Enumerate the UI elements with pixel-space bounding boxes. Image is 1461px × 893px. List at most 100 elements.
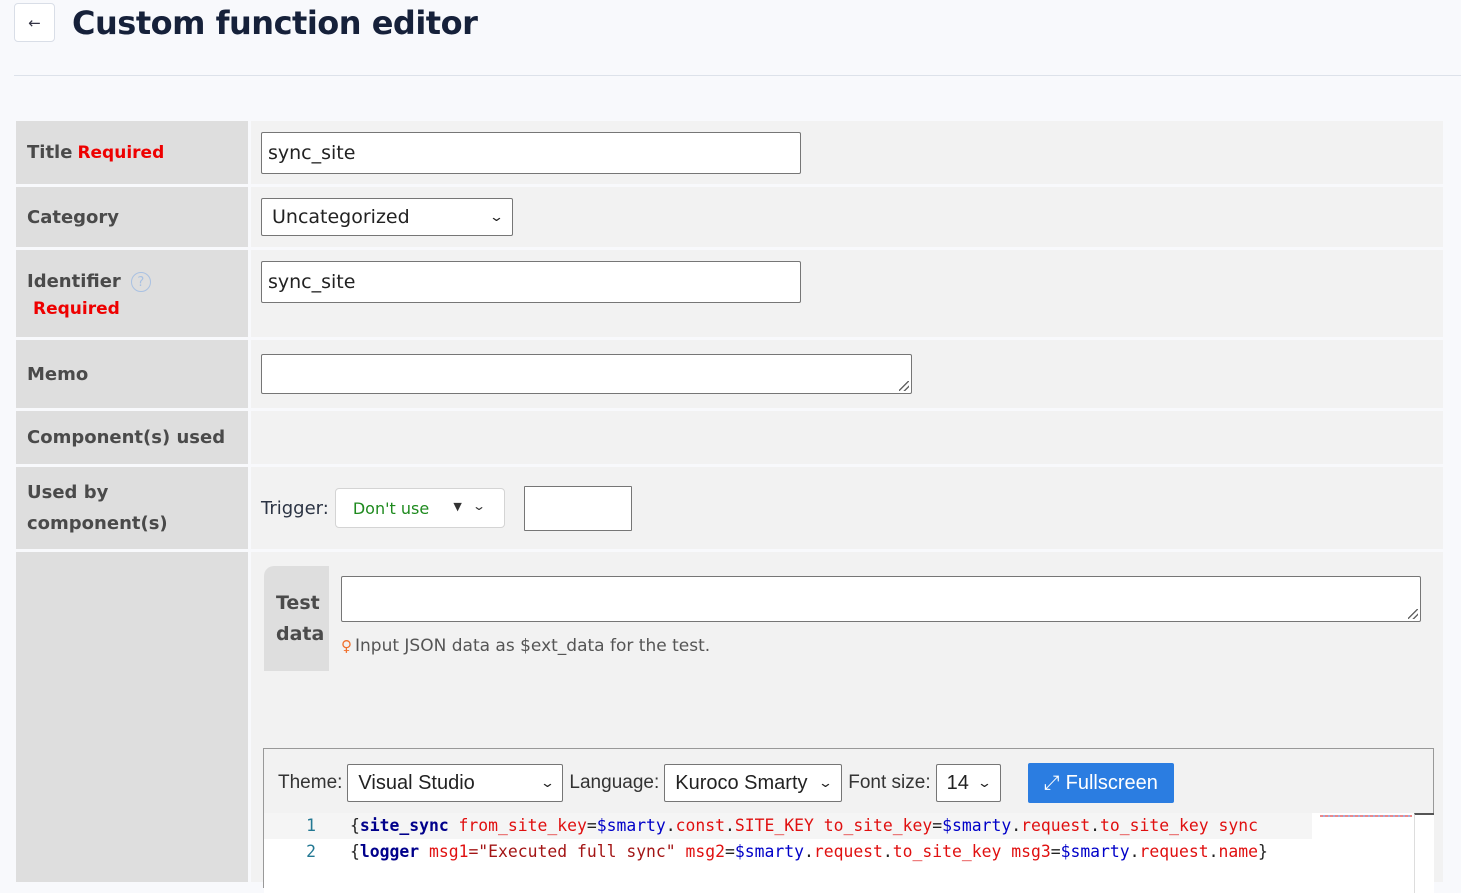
function-form: Title Required sync_site Category Uncateg…	[16, 121, 1443, 893]
code-token: $smarty	[734, 842, 804, 861]
category-select[interactable]: Uncategorized ⌄	[261, 198, 513, 236]
test-data-textarea[interactable]	[341, 576, 1421, 622]
identifier-input[interactable]: sync_site	[261, 261, 801, 303]
code-token: .	[1208, 842, 1219, 861]
trigger-select[interactable]: Don't use ▼ ⌄	[334, 488, 505, 528]
label-identifier: Identifier? Required	[16, 250, 248, 337]
title-input[interactable]: sync_site	[261, 131, 801, 174]
used-by-label-line2: component(s)	[27, 513, 168, 534]
fullscreen-label: Fullscreen	[1065, 771, 1158, 794]
row-used-by: Used by component(s) Trigger: Don't use …	[16, 467, 1443, 549]
code-token: }	[1257, 842, 1268, 861]
code-token: =	[932, 816, 943, 835]
code-token: .	[665, 816, 676, 835]
category-cell: Uncategorized ⌄	[251, 187, 1443, 247]
trigger-label: Trigger:	[261, 497, 329, 519]
code-token: =	[586, 816, 597, 835]
code-token: {	[350, 816, 360, 835]
code-token: .	[1011, 816, 1022, 835]
code-token: request	[1139, 842, 1209, 861]
fullscreen-button[interactable]: ⤢ Fullscreen	[1027, 763, 1174, 803]
language-select[interactable]: Kuroco Smarty ⌄	[664, 764, 843, 802]
code-line: 2 {logger msg1="Executed full sync" msg2…	[264, 839, 1312, 865]
code-token: from_site_key	[448, 816, 587, 835]
code-token: sync	[1208, 816, 1258, 835]
code-token: msg1	[419, 842, 469, 861]
minimap-line	[1320, 815, 1412, 817]
code-editor: Theme: Visual Studio ⌄ Language: Kuroco …	[263, 748, 1434, 893]
code-token: to_site_key	[892, 842, 1002, 861]
font-size-label: Font size:	[848, 772, 931, 793]
test-data-hint: ♀ Input JSON data as $ext_data for the te…	[341, 636, 710, 656]
code-token: request	[813, 842, 883, 861]
resize-handle-icon[interactable]	[1408, 609, 1418, 619]
identifier-cell: sync_site	[251, 250, 1443, 337]
code-token: to_site_key	[1100, 816, 1209, 835]
code-token: SITE_KEY	[734, 816, 814, 835]
code-token: =	[725, 842, 735, 861]
page-header: ← Custom function editor	[14, 0, 1461, 76]
code-text: {logger msg1="Executed full sync" msg2=$…	[350, 839, 1268, 865]
title-cell: sync_site	[251, 121, 1443, 184]
used-by-label-line1: Used by	[27, 482, 109, 503]
test-data-label-line1: Test	[276, 592, 320, 614]
font-size-select[interactable]: 14 ⌄	[935, 764, 1001, 802]
trigger-value: Don't use	[352, 498, 430, 518]
code-token: const	[675, 816, 726, 835]
code-token: .	[803, 842, 814, 861]
theme-select[interactable]: Visual Studio ⌄	[347, 764, 564, 802]
code-token: .	[1129, 842, 1140, 861]
code-token: $smarty	[596, 816, 666, 835]
code-token: site_sync	[359, 816, 449, 835]
required-badge: Required	[33, 299, 120, 319]
code-token: msg3	[1001, 842, 1051, 861]
row-components-used: Component(s) used	[16, 411, 1443, 464]
code-token: .	[725, 816, 735, 835]
code-token: $smarty	[1060, 842, 1130, 861]
code-area[interactable]: 1 {site_sync from_site_key=$smarty.const…	[264, 813, 1414, 893]
title-label: Title	[27, 141, 73, 163]
page-title: Custom function editor	[72, 4, 478, 42]
required-badge: Required	[77, 142, 165, 163]
components-used-cell	[251, 411, 1443, 464]
trigger-extra-input[interactable]	[523, 485, 632, 531]
row-memo: Memo	[16, 340, 1443, 408]
row-title: Title Required sync_site	[16, 121, 1443, 184]
label-title: Title Required	[16, 121, 248, 184]
row-test-data: Test data ♀ Input JSON data as $ext_data …	[16, 552, 1443, 893]
theme-value: Visual Studio	[358, 771, 475, 794]
chevron-down-icon: ⌄	[539, 775, 555, 790]
minimap[interactable]	[1312, 813, 1414, 893]
lightbulb-icon: ♀	[341, 637, 352, 655]
code-token: .	[1090, 816, 1101, 835]
back-button[interactable]: ←	[14, 3, 55, 42]
code-line: 1 {site_sync from_site_key=$smarty.const…	[264, 813, 1312, 839]
test-data-label: Test data	[264, 566, 329, 671]
theme-label: Theme:	[278, 772, 343, 793]
code-token: =	[1050, 842, 1061, 861]
help-icon[interactable]: ?	[130, 272, 151, 292]
hint-text: Input JSON data as $ext_data for the tes…	[355, 636, 711, 656]
chevron-down-icon: ⌄	[976, 775, 992, 790]
code-token: $smarty	[942, 816, 1012, 835]
resize-handle-icon[interactable]	[899, 381, 909, 391]
editor-toolbar: Theme: Visual Studio ⌄ Language: Kuroco …	[278, 763, 1174, 803]
row-identifier: Identifier? Required sync_site	[16, 250, 1443, 337]
memo-label: Memo	[16, 340, 248, 408]
chevron-down-icon: ⌄	[488, 209, 505, 225]
font-size-value: 14	[946, 771, 969, 794]
used-by-cell: Trigger: Don't use ▼ ⌄	[251, 467, 1443, 549]
caret-down-icon: ▼	[453, 500, 462, 513]
code-text: {site_sync from_site_key=$smarty.const.S…	[350, 813, 1258, 839]
memo-textarea[interactable]	[261, 354, 912, 394]
test-data-label-line2: data	[276, 623, 325, 645]
code-token: name	[1218, 842, 1258, 861]
category-value: Uncategorized	[272, 206, 410, 228]
editor-scrollbar[interactable]	[1414, 813, 1434, 893]
row-category: Category Uncategorized ⌄	[16, 187, 1443, 247]
chevron-down-icon: ⌄	[818, 775, 834, 790]
category-label: Category	[16, 187, 248, 247]
components-used-label: Component(s) used	[16, 411, 248, 464]
line-number: 2	[306, 842, 316, 861]
label-empty	[16, 552, 248, 882]
